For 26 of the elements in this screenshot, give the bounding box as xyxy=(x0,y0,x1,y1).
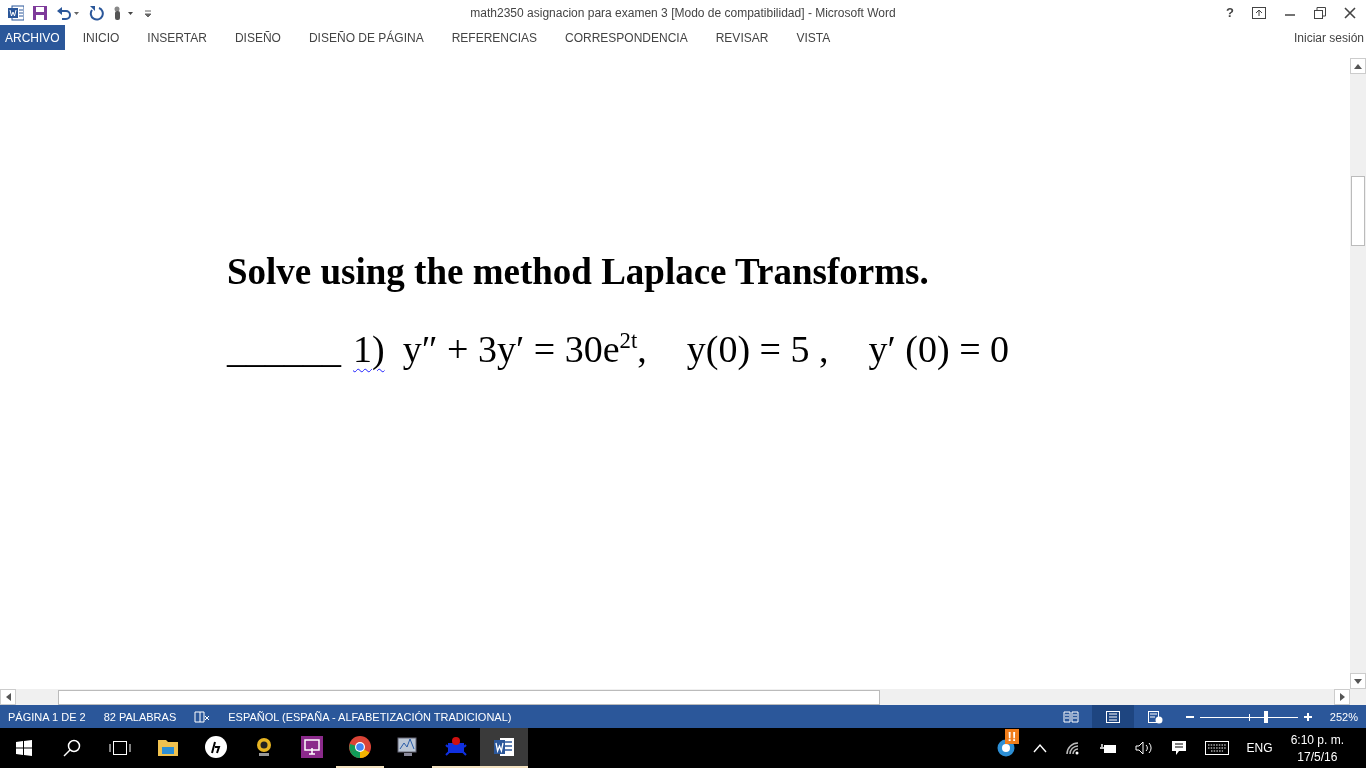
language-indicator[interactable]: ESPAÑOL (ESPAÑA - ALFABETIZACIÓN TRADICIONAL) xyxy=(228,710,512,723)
help-button[interactable]: ? xyxy=(1226,5,1234,20)
clock-time[interactable]: 6:10 p. m. xyxy=(1290,732,1344,747)
ribbon-tab[interactable]: CORRESPONDENCIA xyxy=(551,25,702,50)
problem-number: 1) xyxy=(353,327,385,371)
zoom-level[interactable]: 252% xyxy=(1329,710,1358,723)
document-heading: Solve using the method Laplace Transforms. xyxy=(227,250,929,293)
ribbon-tab[interactable]: INSERTAR xyxy=(133,25,221,50)
ribbon-tab[interactable]: DISEÑO DE PÁGINA xyxy=(294,25,438,50)
initial-condition: y′ (0) = 0 xyxy=(868,327,1010,371)
initial-condition: y(0) = 5 , xyxy=(686,327,829,371)
ribbon-tab[interactable]: ARCHIVO xyxy=(0,25,65,50)
ribbon-tab[interactable]: REVISAR xyxy=(701,25,783,50)
warning-badge: !! xyxy=(1004,729,1020,744)
window-title: math2350 asignacion para examen 3 [Modo de compatibilidad] - Microsoft Word xyxy=(470,5,896,20)
sign-in-link[interactable]: Iniciar sesión xyxy=(1293,30,1366,45)
page-count[interactable]: PÁGINA 1 DE 2 xyxy=(8,710,86,723)
clock-date[interactable]: 17/5/16 xyxy=(1297,749,1338,764)
fill-in-line[interactable]: ______ xyxy=(227,327,341,371)
word-count[interactable]: 82 PALABRAS xyxy=(103,710,177,723)
ribbon-tab[interactable]: VISTA xyxy=(782,25,845,50)
equation: y″ + 3y′ = 30e$^{2t}$, xyxy=(402,327,647,371)
ribbon-tab[interactable]: REFERENCIAS xyxy=(437,25,551,50)
input-language[interactable]: ENG xyxy=(1246,741,1273,755)
ribbon-tab[interactable]: DISEÑO xyxy=(220,25,295,50)
ribbon-tab[interactable]: INICIO xyxy=(68,25,134,50)
